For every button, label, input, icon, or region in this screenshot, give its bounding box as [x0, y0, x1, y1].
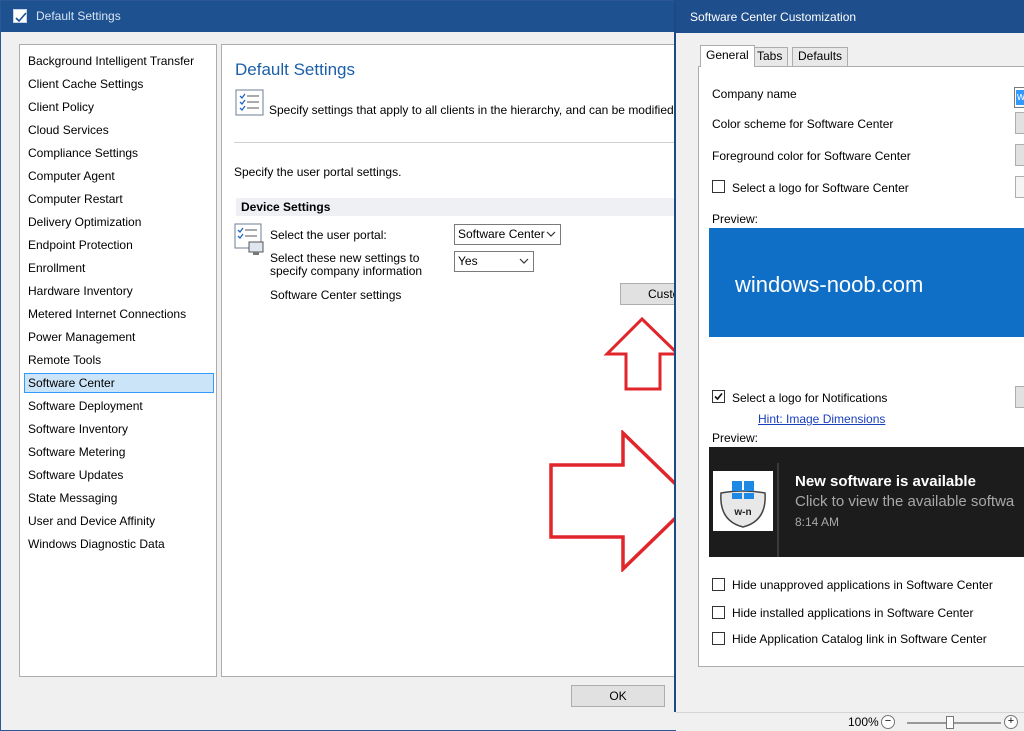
dialog-title-bar[interactable]: Software Center Customization	[676, 0, 1024, 33]
nav-item[interactable]: Cloud Services	[24, 120, 214, 140]
logo-notifications-browse-button[interactable]	[1015, 386, 1024, 408]
red-arrow-up-annotation	[604, 317, 682, 391]
hide-installed-label: Hide installed applications in Software …	[732, 606, 974, 620]
default-settings-window: Default Settings Background Intelligent …	[0, 0, 722, 731]
hint-image-dimensions-link[interactable]: Hint: Image Dimensions	[758, 412, 885, 426]
tab-defaults[interactable]: Defaults	[792, 47, 849, 66]
toast-time: 8:14 AM	[795, 515, 840, 529]
nav-item[interactable]: Software Deployment	[24, 396, 214, 416]
tab-general[interactable]: General	[700, 45, 755, 67]
logo-text: w-n	[733, 507, 751, 518]
section-header: Device Settings	[241, 200, 331, 214]
hide-catalog-checkbox[interactable]	[712, 632, 725, 645]
nav-item[interactable]: Windows Diagnostic Data	[24, 534, 214, 554]
nav-item[interactable]: Delivery Optimization	[24, 212, 214, 232]
company-info-select[interactable]: Yes	[454, 251, 534, 272]
notification-preview: w-n New software is available Click to v…	[709, 447, 1024, 557]
logo-notifications-checkbox[interactable]	[712, 390, 725, 403]
device-settings-section: Device Settings	[236, 198, 682, 216]
company-name-label: Company name	[712, 87, 797, 101]
toast-subtitle: Click to view the available softwa	[795, 493, 1015, 510]
zoom-level: 100%	[848, 715, 879, 729]
company-name-input[interactable]: wi	[1014, 87, 1024, 108]
customize-button[interactable]: Custo	[620, 283, 682, 305]
preview-brand-text: windows-noob.com	[735, 272, 924, 297]
zoom-slider-thumb[interactable]	[946, 716, 954, 729]
nav-item[interactable]: Client Cache Settings	[24, 74, 214, 94]
nav-item[interactable]: Compliance Settings	[24, 143, 214, 163]
hide-installed-checkbox[interactable]	[712, 606, 725, 619]
page-title: Default Settings	[235, 60, 356, 79]
nav-item[interactable]: Hardware Inventory	[24, 281, 214, 301]
nav-item[interactable]: Software Inventory	[24, 419, 214, 439]
company-info-label: Select these new settings to specify com…	[270, 251, 423, 278]
nav-item[interactable]: Endpoint Protection	[24, 235, 214, 255]
nav-item[interactable]: Remote Tools	[24, 350, 214, 370]
nav-item[interactable]: Metered Internet Connections	[24, 304, 214, 324]
settings-nav-list: Background Intelligent Transfer Client C…	[19, 44, 217, 677]
software-center-settings-label: Software Center settings	[270, 288, 402, 302]
software-center-customization-dialog: Software Center Customization General Ta…	[674, 0, 1024, 712]
checklist-icon	[235, 89, 265, 117]
user-portal-select[interactable]: Software Center	[454, 224, 561, 245]
software-center-preview: windows-noob.com	[709, 228, 1024, 337]
company-name-value: wi	[1016, 90, 1024, 105]
zoom-slider-track[interactable]	[907, 722, 1001, 724]
portal-description: Specify the user portal settings.	[234, 165, 402, 179]
nav-item[interactable]: Computer Agent	[24, 166, 214, 186]
toast-title: New software is available	[795, 473, 976, 490]
select-value: Software Center	[458, 227, 545, 241]
status-bar: 100% − +	[676, 712, 1024, 731]
title-bar[interactable]: Default Settings	[1, 1, 679, 32]
zoom-out-icon[interactable]: −	[881, 715, 895, 729]
nav-item-software-center-selected[interactable]: Software Center	[24, 373, 214, 393]
logo-sc-checkbox[interactable]	[712, 180, 725, 193]
settings-window-icon	[13, 9, 27, 23]
checkmark-icon	[714, 392, 723, 401]
hide-unapproved-checkbox[interactable]	[712, 578, 725, 591]
nav-item[interactable]: Client Policy	[24, 97, 214, 117]
nav-item[interactable]: Background Intelligent Transfer	[24, 51, 214, 71]
logo-sc-label: Select a logo for Software Center	[732, 181, 909, 195]
foreground-color-button[interactable]	[1015, 144, 1024, 166]
foreground-color-label: Foreground color for Software Center	[712, 149, 911, 163]
zoom-in-icon[interactable]: +	[1004, 715, 1018, 729]
ok-button[interactable]: OK	[571, 685, 665, 707]
logo-notifications-label: Select a logo for Notifications	[732, 391, 888, 405]
hide-unapproved-label: Hide unapproved applications in Software…	[732, 578, 993, 592]
nav-item[interactable]: User and Device Affinity	[24, 511, 214, 531]
color-scheme-button[interactable]	[1015, 112, 1024, 134]
nav-item[interactable]: Enrollment	[24, 258, 214, 278]
nav-item[interactable]: Software Updates	[24, 465, 214, 485]
device-settings-icon	[234, 223, 266, 257]
preview-label: Preview:	[712, 212, 759, 226]
dialog-title: Software Center Customization	[690, 10, 857, 24]
logo-sc-browse-button[interactable]	[1015, 176, 1024, 198]
portal-label: Select the user portal:	[270, 228, 387, 242]
tab-tabs[interactable]: Tabs	[751, 47, 789, 66]
window-title: Default Settings	[36, 9, 121, 23]
chevron-down-icon	[519, 258, 529, 264]
preview-label-2: Preview:	[712, 431, 759, 445]
nav-item[interactable]: State Messaging	[24, 488, 214, 508]
color-scheme-label: Color scheme for Software Center	[712, 117, 894, 131]
intro-description: Specify settings that apply to all clien…	[269, 103, 722, 117]
nav-item[interactable]: Power Management	[24, 327, 214, 347]
chevron-down-icon	[546, 231, 556, 237]
select-value: Yes	[458, 254, 478, 268]
windows-noob-logo: w-n	[713, 471, 773, 531]
divider	[234, 142, 682, 143]
hide-catalog-label: Hide Application Catalog link in Softwar…	[732, 632, 987, 646]
toast-divider	[777, 463, 779, 557]
general-tab-page: Company name wi Color scheme for Softwar…	[698, 66, 1024, 667]
nav-item[interactable]: Software Metering	[24, 442, 214, 462]
nav-item[interactable]: Computer Restart	[24, 189, 214, 209]
